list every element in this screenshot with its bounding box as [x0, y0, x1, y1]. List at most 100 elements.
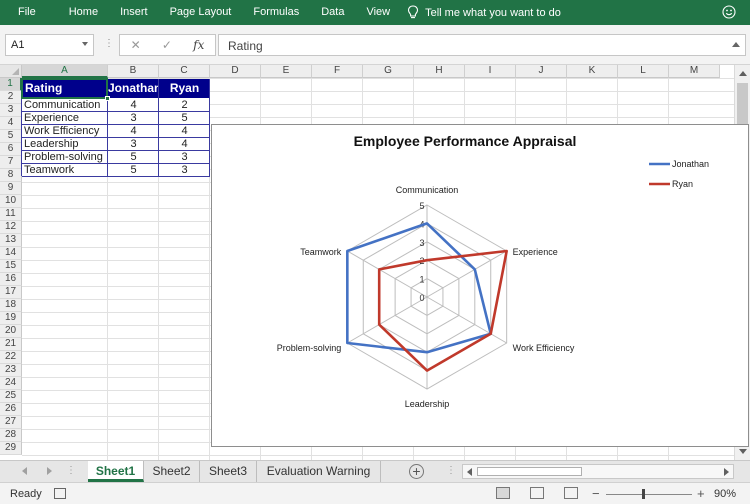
row-header-16[interactable]: 16 [0, 273, 22, 286]
row-header-20[interactable]: 20 [0, 325, 22, 338]
row-header-1[interactable]: 1 [0, 78, 22, 91]
chart-category-label: Teamwork [300, 247, 342, 257]
name-box[interactable]: A1 [5, 34, 94, 56]
column-header-f[interactable]: F [312, 65, 363, 78]
row-header-22[interactable]: 22 [0, 351, 22, 364]
tab-insert[interactable]: Insert [109, 0, 159, 25]
row-header-18[interactable]: 18 [0, 299, 22, 312]
tab-formulas[interactable]: Formulas [242, 0, 310, 25]
select-all-button[interactable] [0, 65, 22, 78]
column-header-e[interactable]: E [261, 65, 312, 78]
status-bar: Ready − + 90% [0, 482, 750, 504]
column-header-b[interactable]: B [108, 65, 159, 78]
row-header-9[interactable]: 9 [0, 182, 22, 195]
tab-view[interactable]: View [355, 0, 401, 25]
chart-canvas: Employee Performance Appraisal012345Comm… [277, 133, 709, 409]
scroll-right-icon[interactable] [724, 468, 729, 476]
row-header-21[interactable]: 21 [0, 338, 22, 351]
row-header-28[interactable]: 28 [0, 429, 22, 442]
table-header-cell[interactable]: Ryan [159, 79, 210, 98]
scroll-thumb[interactable] [477, 467, 582, 476]
chart-tick-label: 1 [419, 275, 424, 285]
zoom-slider[interactable] [606, 494, 692, 495]
row-header-17[interactable]: 17 [0, 286, 22, 299]
row-header-8[interactable]: 8 [0, 169, 22, 182]
split-handle-icon[interactable]: ⋮ [446, 465, 456, 476]
row-header-15[interactable]: 15 [0, 260, 22, 273]
column-header-i[interactable]: I [465, 65, 516, 78]
row-header-26[interactable]: 26 [0, 403, 22, 416]
sheet-tab-evaluation-warning[interactable]: Evaluation Warning [257, 461, 381, 482]
status-ready: Ready [10, 488, 42, 500]
row-header-25[interactable]: 25 [0, 390, 22, 403]
chart-category-label: Communication [396, 185, 459, 195]
tell-me-search[interactable]: Tell me what you want to do [419, 7, 561, 19]
smiley-feedback-icon[interactable] [722, 5, 736, 19]
row-header-6[interactable]: 6 [0, 143, 22, 156]
scroll-up-icon[interactable] [739, 71, 747, 76]
tab-home[interactable]: Home [58, 0, 109, 25]
column-header-h[interactable]: H [414, 65, 465, 78]
chart-tick-label: 0 [419, 293, 424, 303]
row-header-7[interactable]: 7 [0, 156, 22, 169]
column-header-m[interactable]: M [669, 65, 720, 78]
tab-file[interactable]: File [0, 0, 58, 25]
sheet-tab-sheet3[interactable]: Sheet3 [200, 461, 257, 482]
table-header-cell[interactable]: Jonathan [108, 79, 159, 98]
chevron-down-icon[interactable] [82, 42, 88, 46]
column-header-k[interactable]: K [567, 65, 618, 78]
scroll-down-icon[interactable] [739, 449, 747, 454]
column-header-j[interactable]: J [516, 65, 567, 78]
row-header-11[interactable]: 11 [0, 208, 22, 221]
ribbon-tabs: File Home Insert Page Layout Formulas Da… [0, 0, 750, 25]
fill-handle[interactable] [105, 96, 110, 101]
column-header-a[interactable]: A [22, 65, 108, 78]
row-header-12[interactable]: 12 [0, 221, 22, 234]
row-header-13[interactable]: 13 [0, 234, 22, 247]
zoom-out-icon[interactable]: − [592, 486, 600, 501]
next-sheet-icon[interactable] [47, 467, 52, 475]
scroll-left-icon[interactable] [467, 468, 472, 476]
row-header-19[interactable]: 19 [0, 312, 22, 325]
cancel-icon[interactable]: ✕ [131, 38, 141, 52]
row-header-3[interactable]: 3 [0, 104, 22, 117]
drag-handle-icon[interactable]: ⋮ [104, 38, 114, 49]
add-sheet-icon[interactable]: + [409, 464, 424, 479]
page-layout-view-icon[interactable] [530, 487, 544, 499]
macro-record-icon[interactable] [54, 488, 66, 499]
column-header-l[interactable]: L [618, 65, 669, 78]
column-header-d[interactable]: D [210, 65, 261, 78]
table-column-border [158, 79, 159, 176]
row-header-5[interactable]: 5 [0, 130, 22, 143]
enter-icon[interactable]: ✓ [162, 38, 172, 52]
active-cell-selection[interactable] [21, 78, 108, 99]
table-column-border [209, 79, 210, 176]
row-header-23[interactable]: 23 [0, 364, 22, 377]
row-header-14[interactable]: 14 [0, 247, 22, 260]
horizontal-scrollbar[interactable] [462, 464, 734, 479]
column-header-c[interactable]: C [159, 65, 210, 78]
sheet-tab-sheet1[interactable]: Sheet1 [88, 461, 144, 482]
more-sheets-icon[interactable]: ⋮ [66, 465, 76, 476]
page-break-view-icon[interactable] [564, 487, 578, 499]
insert-function-icon[interactable]: fx [193, 38, 204, 52]
row-header-4[interactable]: 4 [0, 117, 22, 130]
row-header-24[interactable]: 24 [0, 377, 22, 390]
normal-view-icon[interactable] [496, 487, 510, 499]
row-header-10[interactable]: 10 [0, 195, 22, 208]
sheet-tab-sheet2[interactable]: Sheet2 [144, 461, 200, 482]
expand-formula-bar-icon[interactable] [732, 42, 740, 47]
formula-input[interactable]: Rating [218, 34, 746, 56]
chart-category-label: Work Efficiency [513, 343, 575, 353]
row-header-29[interactable]: 29 [0, 442, 22, 455]
column-header-g[interactable]: G [363, 65, 414, 78]
zoom-level[interactable]: 90% [714, 488, 736, 500]
row-header-27[interactable]: 27 [0, 416, 22, 429]
radar-chart[interactable]: Employee Performance Appraisal 0 1 2 3 4 5 Comm… [211, 124, 749, 447]
zoom-slider-thumb[interactable] [642, 489, 645, 499]
zoom-in-icon[interactable]: + [697, 486, 705, 501]
prev-sheet-icon[interactable] [22, 467, 27, 475]
row-header-2[interactable]: 2 [0, 91, 22, 104]
tab-data[interactable]: Data [310, 0, 355, 25]
tab-page-layout[interactable]: Page Layout [159, 0, 243, 25]
